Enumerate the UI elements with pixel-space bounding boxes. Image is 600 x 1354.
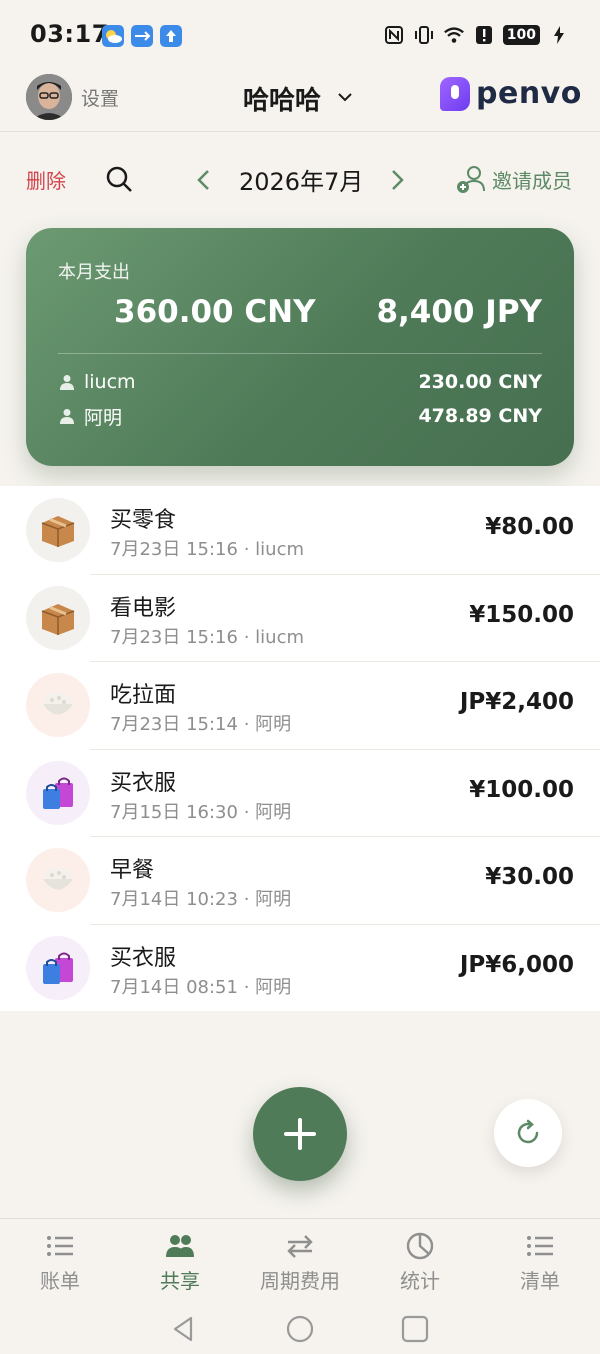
transaction-meta: 7月23日 15:16 · liucm [110,626,304,648]
nav-item-bills[interactable]: 账单 [0,1219,120,1304]
app-header: 设置 哈哈哈 penvo [0,70,600,132]
nav-label: 周期费用 [260,1269,340,1293]
recents-icon[interactable] [400,1314,430,1344]
total-jpy: 8,400 JPY [376,294,542,330]
nav-label: 清单 [520,1269,560,1293]
toolbar: 删除 2026年7月 邀请成员 [0,150,600,210]
transaction-title: 早餐 [110,858,155,883]
nav-item-recurring[interactable]: 周期费用 [240,1219,360,1304]
add-expense-button[interactable] [253,1087,347,1181]
transaction-amount: ¥150.00 [469,601,574,628]
weather-icon [102,25,124,47]
transaction-title: 买衣服 [110,770,177,796]
shopping-bags-icon [26,760,90,825]
transaction-title: 买零食 [110,508,177,533]
delete-button[interactable]: 删除 [26,165,66,194]
transaction-list: 买零食 7月23日 15:16 · liucm ¥80.00 看电影 7月23日… [0,486,600,1011]
wifi-icon [443,24,465,46]
plus-icon [284,1118,316,1150]
nav-label: 账单 [40,1269,80,1293]
nav-item-checklist[interactable]: 清单 [480,1219,600,1304]
nav-item-shared[interactable]: 共享 [120,1219,240,1304]
system-nav-bar [0,1304,600,1354]
add-person-icon [457,166,485,193]
pie-chart-icon [406,1232,434,1260]
month-label: 2026年7月 [239,168,364,196]
total-cny: 360.00 CNY [114,294,316,330]
usb-icon [131,25,153,47]
vibrate-icon [413,24,435,46]
repeat-icon [287,1235,313,1258]
upload-icon [160,25,182,47]
chevron-right-icon[interactable] [383,166,411,194]
nav-item-stats[interactable]: 统计 [360,1219,480,1304]
status-time: 03:17 [30,20,109,48]
back-icon[interactable] [169,1314,199,1344]
member-amount: 478.89 CNY [418,405,542,427]
transaction-meta: 7月14日 08:51 · 阿明 [110,976,292,998]
settings-link[interactable]: 设置 [81,84,119,111]
divider [58,353,542,354]
summary-label: 本月支出 [58,262,130,283]
transaction-amount: JP¥2,400 [459,689,574,715]
avatar[interactable] [26,74,72,120]
search-icon[interactable] [104,164,134,194]
chevron-down-icon[interactable] [334,86,356,108]
nfc-icon [383,24,405,46]
member-row: 阿明 478.89 CNY [58,403,542,429]
person-icon [60,409,74,424]
refresh-button[interactable] [494,1099,562,1167]
member-amount: 230.00 CNY [418,371,542,393]
transaction-title: 吃拉面 [110,683,177,708]
list-icon [47,1236,73,1256]
transaction-item[interactable]: 早餐 7月14日 10:23 · 阿明 ¥30.00 [0,836,600,924]
transaction-amount: ¥80.00 [485,514,574,540]
package-icon [26,585,90,650]
people-icon [166,1235,194,1257]
transaction-amount: JP¥6,000 [459,951,574,978]
bottom-nav: 账单 共享 周期费用 统计 清单 [0,1218,600,1304]
transaction-item[interactable]: 买衣服 7月14日 08:51 · 阿明 JP¥6,000 [0,923,600,1012]
transaction-item[interactable]: 买衣服 7月15日 16:30 · 阿明 ¥100.00 [0,748,600,837]
member-name: 阿明 [84,406,123,429]
transaction-title: 看电影 [110,595,177,621]
package-icon [26,498,90,562]
member-name: liucm [84,371,136,393]
alert-icon [473,24,495,46]
invite-member-button[interactable]: 邀请成员 [456,164,572,194]
transaction-item[interactable]: 吃拉面 7月23日 15:14 · 阿明 JP¥2,400 [0,661,600,749]
brand-logo: penvo [440,76,582,111]
chevron-left-icon[interactable] [190,166,218,194]
transaction-meta: 7月23日 15:16 · liucm [110,539,304,560]
microphone-icon [440,76,470,111]
checklist-icon [527,1236,553,1256]
invite-label: 邀请成员 [492,168,572,193]
nav-label: 统计 [400,1269,440,1293]
transaction-meta: 7月14日 10:23 · 阿明 [110,889,292,910]
brand-name: penvo [476,76,582,111]
transaction-title: 买衣服 [110,945,177,971]
rice-bowl-icon [26,848,90,912]
rice-bowl-icon [26,673,90,737]
transaction-item[interactable]: 买零食 7月23日 15:16 · liucm ¥80.00 [0,486,600,574]
transaction-meta: 7月15日 16:30 · 阿明 [110,801,292,823]
member-row: liucm 230.00 CNY [58,369,542,395]
person-icon [60,375,74,390]
transaction-amount: ¥30.00 [485,864,574,890]
transaction-item[interactable]: 看电影 7月23日 15:16 · liucm ¥150.00 [0,573,600,662]
status-right: 100 [383,24,570,46]
transaction-meta: 7月23日 15:14 · 阿明 [110,714,292,735]
status-bar: 03:17 100 [0,0,600,70]
charging-icon [548,24,570,46]
transaction-amount: ¥100.00 [469,776,574,803]
home-icon[interactable] [285,1314,315,1344]
shopping-bags-icon [26,935,90,1000]
battery-icon: 100 [502,25,540,45]
nav-label: 共享 [160,1269,200,1293]
monthly-summary-card: 本月支出 360.00 CNY 8,400 JPY liucm 230.00 C… [26,228,574,466]
refresh-icon [517,1119,539,1144]
ledger-selector[interactable]: 哈哈哈 [243,80,321,117]
